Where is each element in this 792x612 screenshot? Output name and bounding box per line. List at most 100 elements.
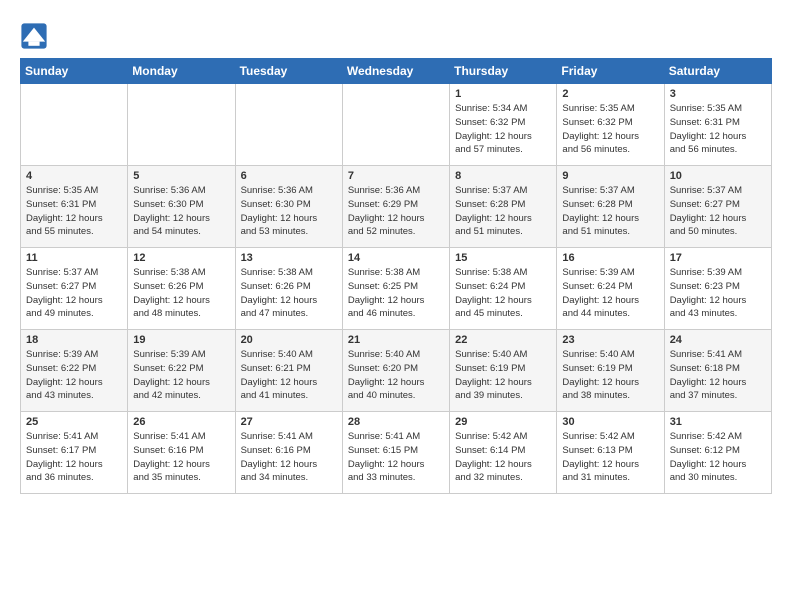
weekday-header-saturday: Saturday: [664, 59, 771, 84]
day-info: Sunrise: 5:37 AMSunset: 6:27 PMDaylight:…: [26, 266, 122, 321]
day-cell: 21 Sunrise: 5:40 AMSunset: 6:20 PMDayligh…: [342, 330, 449, 412]
day-number: 5: [133, 170, 229, 182]
day-cell: [21, 84, 128, 166]
weekday-header-row: SundayMondayTuesdayWednesdayThursdayFrid…: [21, 59, 772, 84]
day-info: Sunrise: 5:36 AMSunset: 6:30 PMDaylight:…: [241, 184, 337, 239]
day-info: Sunrise: 5:39 AMSunset: 6:22 PMDaylight:…: [26, 348, 122, 403]
header: [20, 18, 772, 50]
weekday-header-monday: Monday: [128, 59, 235, 84]
day-cell: 18Sunrise: 5:39 AMSunset: 6:22 PMDayligh…: [21, 330, 128, 412]
day-cell: 24 Sunrise: 5:41 AMSunset: 6:18 PMDayligh…: [664, 330, 771, 412]
day-number: 7: [348, 170, 444, 182]
day-cell: 13Sunrise: 5:38 AMSunset: 6:26 PMDayligh…: [235, 248, 342, 330]
day-number: 15: [455, 252, 551, 264]
week-row-1: 1 Sunrise: 5:34 AMSunset: 6:32 PMDaylight…: [21, 84, 772, 166]
day-info: Sunrise: 5:35 AMSunset: 6:31 PMDaylight:…: [26, 184, 122, 239]
day-number: 19: [133, 334, 229, 346]
day-info: Sunrise: 5:40 AMSunset: 6:20 PMDaylight:…: [348, 348, 444, 403]
day-cell: 15 Sunrise: 5:38 AMSunset: 6:24 PMDayligh…: [450, 248, 557, 330]
day-number: 31: [670, 416, 766, 428]
day-number: 25: [26, 416, 122, 428]
day-cell: 27Sunrise: 5:41 AMSunset: 6:16 PMDayligh…: [235, 412, 342, 494]
day-info: Sunrise: 5:41 AMSunset: 6:18 PMDaylight:…: [670, 348, 766, 403]
day-cell: 23Sunrise: 5:40 AMSunset: 6:19 PMDayligh…: [557, 330, 664, 412]
weekday-header-tuesday: Tuesday: [235, 59, 342, 84]
day-number: 29: [455, 416, 551, 428]
day-number: 14: [348, 252, 444, 264]
day-cell: 19 Sunrise: 5:39 AMSunset: 6:22 PMDayligh…: [128, 330, 235, 412]
day-info: Sunrise: 5:35 AMSunset: 6:32 PMDaylight:…: [562, 102, 658, 157]
day-info: Sunrise: 5:40 AMSunset: 6:19 PMDaylight:…: [455, 348, 551, 403]
day-number: 12: [133, 252, 229, 264]
day-info: Sunrise: 5:39 AMSunset: 6:22 PMDaylight:…: [133, 348, 229, 403]
day-cell: 5 Sunrise: 5:36 AMSunset: 6:30 PMDaylight…: [128, 166, 235, 248]
day-number: 8: [455, 170, 551, 182]
day-info: Sunrise: 5:42 AMSunset: 6:13 PMDaylight:…: [562, 430, 658, 485]
day-info: Sunrise: 5:36 AMSunset: 6:29 PMDaylight:…: [348, 184, 444, 239]
day-number: 26: [133, 416, 229, 428]
day-info: Sunrise: 5:41 AMSunset: 6:16 PMDaylight:…: [241, 430, 337, 485]
day-cell: 26Sunrise: 5:41 AMSunset: 6:16 PMDayligh…: [128, 412, 235, 494]
day-cell: 3 Sunrise: 5:35 AMSunset: 6:31 PMDaylight…: [664, 84, 771, 166]
day-info: Sunrise: 5:40 AMSunset: 6:21 PMDaylight:…: [241, 348, 337, 403]
weekday-header-thursday: Thursday: [450, 59, 557, 84]
day-cell: 25 Sunrise: 5:41 AMSunset: 6:17 PMDayligh…: [21, 412, 128, 494]
day-info: Sunrise: 5:38 AMSunset: 6:26 PMDaylight:…: [133, 266, 229, 321]
day-info: Sunrise: 5:35 AMSunset: 6:31 PMDaylight:…: [670, 102, 766, 157]
day-number: 11: [26, 252, 122, 264]
day-cell: 28Sunrise: 5:41 AMSunset: 6:15 PMDayligh…: [342, 412, 449, 494]
day-info: Sunrise: 5:41 AMSunset: 6:15 PMDaylight:…: [348, 430, 444, 485]
week-row-2: 4 Sunrise: 5:35 AMSunset: 6:31 PMDaylight…: [21, 166, 772, 248]
day-cell: 6 Sunrise: 5:36 AMSunset: 6:30 PMDaylight…: [235, 166, 342, 248]
day-cell: 20Sunrise: 5:40 AMSunset: 6:21 PMDayligh…: [235, 330, 342, 412]
day-cell: 11 Sunrise: 5:37 AMSunset: 6:27 PMDayligh…: [21, 248, 128, 330]
day-cell: 17 Sunrise: 5:39 AMSunset: 6:23 PMDayligh…: [664, 248, 771, 330]
day-cell: 29 Sunrise: 5:42 AMSunset: 6:14 PMDayligh…: [450, 412, 557, 494]
day-number: 30: [562, 416, 658, 428]
day-info: Sunrise: 5:37 AMSunset: 6:28 PMDaylight:…: [455, 184, 551, 239]
day-number: 1: [455, 88, 551, 100]
day-cell: 9Sunrise: 5:37 AMSunset: 6:28 PMDaylight…: [557, 166, 664, 248]
week-row-4: 18Sunrise: 5:39 AMSunset: 6:22 PMDayligh…: [21, 330, 772, 412]
day-info: Sunrise: 5:42 AMSunset: 6:12 PMDaylight:…: [670, 430, 766, 485]
weekday-header-friday: Friday: [557, 59, 664, 84]
day-info: Sunrise: 5:41 AMSunset: 6:17 PMDaylight:…: [26, 430, 122, 485]
day-info: Sunrise: 5:34 AMSunset: 6:32 PMDaylight:…: [455, 102, 551, 157]
day-number: 22: [455, 334, 551, 346]
day-info: Sunrise: 5:39 AMSunset: 6:23 PMDaylight:…: [670, 266, 766, 321]
day-info: Sunrise: 5:37 AMSunset: 6:27 PMDaylight:…: [670, 184, 766, 239]
day-number: 21: [348, 334, 444, 346]
day-info: Sunrise: 5:36 AMSunset: 6:30 PMDaylight:…: [133, 184, 229, 239]
day-cell: 7 Sunrise: 5:36 AMSunset: 6:29 PMDaylight…: [342, 166, 449, 248]
day-cell: 16Sunrise: 5:39 AMSunset: 6:24 PMDayligh…: [557, 248, 664, 330]
day-info: Sunrise: 5:40 AMSunset: 6:19 PMDaylight:…: [562, 348, 658, 403]
day-number: 2: [562, 88, 658, 100]
day-info: Sunrise: 5:38 AMSunset: 6:24 PMDaylight:…: [455, 266, 551, 321]
day-cell: 14 Sunrise: 5:38 AMSunset: 6:25 PMDayligh…: [342, 248, 449, 330]
week-row-5: 25 Sunrise: 5:41 AMSunset: 6:17 PMDayligh…: [21, 412, 772, 494]
day-cell: 30 Sunrise: 5:42 AMSunset: 6:13 PMDayligh…: [557, 412, 664, 494]
day-cell: [342, 84, 449, 166]
day-info: Sunrise: 5:42 AMSunset: 6:14 PMDaylight:…: [455, 430, 551, 485]
day-number: 6: [241, 170, 337, 182]
day-cell: [235, 84, 342, 166]
day-info: Sunrise: 5:38 AMSunset: 6:25 PMDaylight:…: [348, 266, 444, 321]
day-number: 13: [241, 252, 337, 264]
day-cell: 2 Sunrise: 5:35 AMSunset: 6:32 PMDaylight…: [557, 84, 664, 166]
day-cell: 31 Sunrise: 5:42 AMSunset: 6:12 PMDayligh…: [664, 412, 771, 494]
day-cell: 1 Sunrise: 5:34 AMSunset: 6:32 PMDaylight…: [450, 84, 557, 166]
day-cell: 12 Sunrise: 5:38 AMSunset: 6:26 PMDayligh…: [128, 248, 235, 330]
day-info: Sunrise: 5:39 AMSunset: 6:24 PMDaylight:…: [562, 266, 658, 321]
page: SundayMondayTuesdayWednesdayThursdayFrid…: [0, 0, 792, 504]
day-number: 17: [670, 252, 766, 264]
day-cell: [128, 84, 235, 166]
day-number: 4: [26, 170, 122, 182]
day-info: Sunrise: 5:37 AMSunset: 6:28 PMDaylight:…: [562, 184, 658, 239]
weekday-header-sunday: Sunday: [21, 59, 128, 84]
day-cell: 4 Sunrise: 5:35 AMSunset: 6:31 PMDaylight…: [21, 166, 128, 248]
calendar: SundayMondayTuesdayWednesdayThursdayFrid…: [20, 58, 772, 494]
day-number: 3: [670, 88, 766, 100]
weekday-header-wednesday: Wednesday: [342, 59, 449, 84]
day-number: 24: [670, 334, 766, 346]
logo: [20, 22, 52, 50]
